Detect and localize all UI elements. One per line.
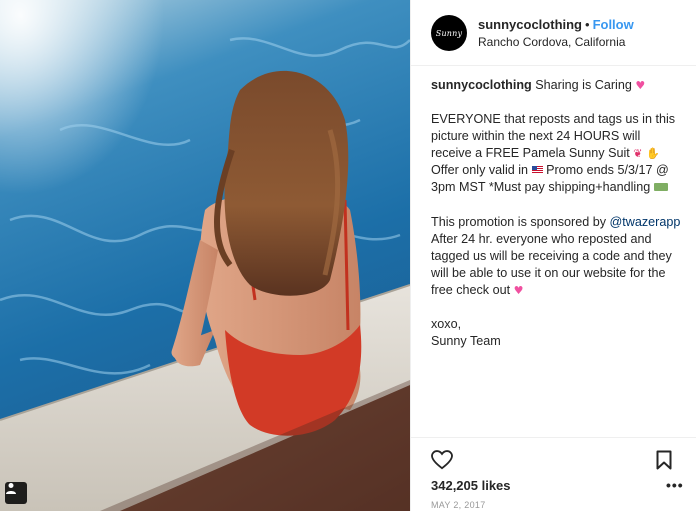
post-date[interactable]: MAY 2, 2017 [431, 500, 486, 510]
separator-dot: • [585, 17, 590, 32]
post-side-panel: Sunny sunnycoclothing • Follow Rancho Cord… [410, 0, 696, 511]
mention-link[interactable]: @twazerapp [610, 215, 681, 229]
caption-line: Promo ends 5/3/17 @ [546, 163, 669, 178]
post-photo[interactable] [0, 0, 410, 511]
header-username[interactable]: sunnycoclothing [478, 17, 582, 32]
caption-line: will be able to use it on our website fo… [431, 265, 666, 280]
caption-line: Sunny Team [431, 334, 501, 349]
heart-emoji: ♥ [513, 283, 524, 297]
flag-us-emoji [531, 166, 543, 175]
post-header: Sunny sunnycoclothing • Follow Rancho Cord… [411, 0, 696, 66]
avatar[interactable]: Sunny [431, 15, 467, 51]
caption-text: Sharing is Caring [535, 78, 632, 92]
header-title-row: sunnycoclothing • Follow [478, 17, 634, 32]
save-button[interactable] [656, 450, 672, 475]
caption-username[interactable]: sunnycoclothing [431, 78, 532, 92]
caption-paragraph-4: xoxo, Sunny Team [431, 316, 689, 350]
caption-line: This promotion is sponsored by [431, 214, 606, 229]
more-options-icon[interactable]: ••• [666, 478, 684, 492]
clap-emoji: ✋ [646, 147, 660, 161]
like-button[interactable] [431, 450, 453, 475]
tagged-user-icon[interactable] [5, 482, 27, 504]
instagram-post: Sunny sunnycoclothing • Follow Rancho Cord… [0, 0, 696, 511]
post-actions: 342,205 likes MAY 2, 2017 ••• [411, 437, 696, 511]
bikini-emoji: ❦ [633, 147, 643, 161]
heart-icon [431, 450, 453, 470]
caption-paragraph-2: EVERYONE that reposts and tags us in thi… [431, 111, 689, 196]
caption-line: EVERYONE that reposts and tags us in thi… [431, 112, 676, 127]
photo-illustration [0, 0, 410, 511]
likes-count[interactable]: 342,205 likes [431, 478, 511, 493]
caption-paragraph-1: sunnycoclothing Sharing is Caring ♥ [431, 77, 689, 94]
money-emoji [653, 183, 668, 192]
caption-line: free check out [431, 282, 511, 297]
caption-line: Offer only valid in [431, 163, 529, 178]
caption-line: picture within the next 24 HOURS will [431, 129, 641, 144]
caption-line: 3pm MST *Must pay shipping+handling [431, 180, 651, 195]
bookmark-icon [656, 450, 672, 470]
caption-paragraph-3: This promotion is sponsored by @twazerap… [431, 214, 689, 299]
avatar-logo-text: Sunny [435, 28, 463, 38]
caption: sunnycoclothing Sharing is Caring ♥ EVER… [431, 77, 689, 367]
caption-line: xoxo, [431, 317, 462, 332]
user-silhouette-icon [6, 483, 16, 494]
follow-button[interactable]: Follow [593, 17, 634, 32]
heart-emoji: ♥ [635, 79, 646, 92]
caption-line: After 24 hr. everyone who reposted and [431, 231, 652, 246]
caption-line: receive a FREE Pamela Sunny Suit [431, 146, 630, 161]
caption-line: tagged us will be receiving a code and t… [431, 248, 672, 263]
location-link[interactable]: Rancho Cordova, California [478, 35, 625, 49]
